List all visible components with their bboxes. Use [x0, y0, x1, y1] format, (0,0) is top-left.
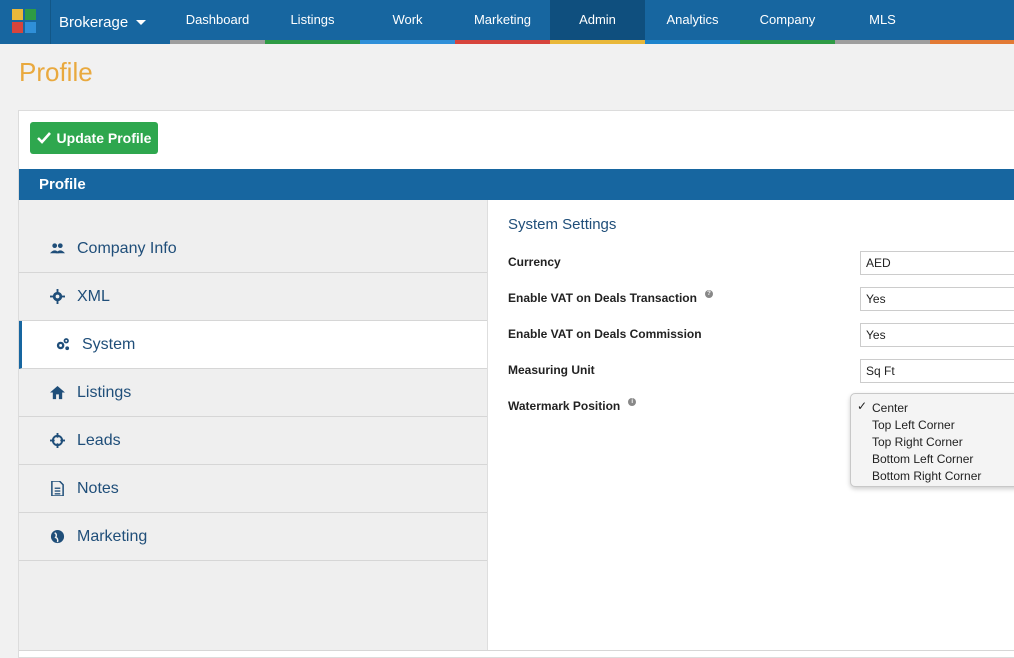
- sidebar-item-label: XML: [77, 287, 110, 305]
- brand-label: Brokerage: [59, 13, 129, 31]
- help-icon[interactable]: ?: [704, 290, 713, 298]
- document-icon: [49, 481, 65, 497]
- currency-select[interactable]: AED: [860, 251, 1014, 275]
- vat-transaction-label: Enable VAT on Deals Transaction?: [508, 290, 713, 305]
- caret-down-icon: [136, 19, 147, 25]
- nav-tab-stripe: [265, 40, 360, 44]
- watermark-option-bottom-right[interactable]: Bottom Right Corner: [851, 467, 1014, 484]
- sidebar-item-notes[interactable]: Notes: [19, 465, 487, 513]
- brand-switcher[interactable]: Brokerage: [50, 0, 170, 44]
- row-label-text: Currency: [508, 255, 561, 269]
- nav-tab-label: Company: [759, 12, 816, 27]
- sidebar-item-company-info[interactable]: Company Info: [19, 225, 487, 273]
- sidebar-item-label: System: [82, 335, 136, 353]
- sidebar-item-label: Leads: [77, 431, 121, 449]
- option-label: Bottom Right Corner: [872, 468, 982, 483]
- option-label: Top Left Corner: [872, 417, 955, 432]
- nav-tab-label: MLS: [869, 12, 896, 27]
- sidebar-item-label: Marketing: [77, 527, 148, 545]
- nav-tab-extra[interactable]: [930, 0, 1014, 44]
- nav-tab-stripe: [455, 40, 550, 44]
- nav-tab-listings[interactable]: Listings: [265, 0, 360, 44]
- sidebar-item-label: Notes: [77, 479, 119, 497]
- nav-tab-label: Listings: [290, 12, 335, 27]
- checkmark-icon: ✓: [857, 399, 868, 413]
- nav-tab-label: Dashboard: [185, 12, 250, 27]
- settings-title: System Settings: [508, 216, 617, 233]
- nav-tab-stripe: [645, 40, 740, 44]
- measuring-unit-select[interactable]: Sq Ft: [860, 359, 1014, 383]
- watermark-option-top-right[interactable]: Top Right Corner: [851, 433, 1014, 450]
- watermark-position-dropdown[interactable]: ✓ Center Top Left Corner Top Right Corner…: [850, 393, 1014, 487]
- nav-tab-label: Admin: [579, 12, 616, 27]
- nav-tab-label: Work: [392, 12, 423, 27]
- main-nav-tabs: Dashboard Listings Work Marketing Admin …: [170, 0, 1014, 44]
- sidebar-item-listings[interactable]: Listings: [19, 369, 487, 417]
- nav-tab-stripe: [835, 40, 930, 44]
- panel-bottom-border: [19, 650, 1014, 651]
- row-label-text: Measuring Unit: [508, 363, 595, 377]
- update-profile-button[interactable]: Update Profile: [30, 122, 158, 154]
- watermark-option-center[interactable]: ✓ Center: [851, 399, 1014, 416]
- measuring-unit-label: Measuring Unit: [508, 363, 595, 377]
- globe-icon: [49, 529, 65, 545]
- sidebar-item-xml[interactable]: XML: [19, 273, 487, 321]
- row-label-text: Watermark Position: [508, 399, 621, 413]
- section-header: Profile: [19, 169, 1014, 200]
- option-label: Bottom Left Corner: [872, 451, 974, 466]
- users-icon: [49, 241, 65, 257]
- nav-tab-stripe: [740, 40, 835, 44]
- page-title: Profile: [19, 57, 93, 87]
- vat-commission-select[interactable]: Yes: [860, 323, 1014, 347]
- option-label: Center: [872, 400, 909, 415]
- update-profile-label: Update Profile: [56, 130, 152, 146]
- nav-tab-analytics[interactable]: Analytics: [645, 0, 740, 44]
- nav-tab-label: Analytics: [666, 12, 719, 27]
- nav-tab-stripe: [550, 40, 645, 44]
- nav-tab-dashboard[interactable]: Dashboard: [170, 0, 265, 44]
- app-logo-icon[interactable]: [10, 7, 38, 35]
- top-navigation-bar: Brokerage Dashboard Listings Work Market…: [0, 0, 1014, 44]
- row-label-text: Enable VAT on Deals Commission: [508, 327, 702, 341]
- sidebar-item-system[interactable]: System: [19, 321, 487, 369]
- sidebar-item-label: Listings: [77, 383, 132, 401]
- watermark-option-top-left[interactable]: Top Left Corner: [851, 416, 1014, 433]
- profile-sidebar: Company Info XML System Listings Leads N…: [19, 200, 488, 650]
- row-label-text: Enable VAT on Deals Transaction: [508, 291, 697, 305]
- nav-tab-stripe: [170, 40, 265, 44]
- nav-tab-work[interactable]: Work: [360, 0, 455, 44]
- home-icon: [49, 385, 65, 401]
- vat-transaction-select[interactable]: Yes: [860, 287, 1014, 311]
- nav-tab-stripe: [930, 40, 1014, 44]
- sidebar-item-marketing[interactable]: Marketing: [19, 513, 487, 561]
- gear-icon: [49, 289, 65, 305]
- vat-commission-label: Enable VAT on Deals Commission: [508, 327, 702, 341]
- nav-tab-label: Marketing: [473, 12, 532, 27]
- checkmark-icon: [36, 132, 51, 144]
- nav-tab-marketing[interactable]: Marketing: [455, 0, 550, 44]
- nav-tab-admin[interactable]: Admin: [550, 0, 645, 44]
- info-icon[interactable]: i: [628, 398, 637, 406]
- currency-label: Currency: [508, 255, 561, 269]
- crosshair-icon: [49, 433, 65, 449]
- gears-icon: [54, 337, 70, 353]
- sidebar-item-leads[interactable]: Leads: [19, 417, 487, 465]
- nav-tab-mls[interactable]: MLS: [835, 0, 930, 44]
- sidebar-item-label: Company Info: [77, 239, 177, 257]
- watermark-position-label: Watermark Position i: [508, 398, 637, 413]
- watermark-option-bottom-left[interactable]: Bottom Left Corner: [851, 450, 1014, 467]
- option-label: Top Right Corner: [872, 434, 963, 449]
- nav-tab-company[interactable]: Company: [740, 0, 835, 44]
- nav-tab-stripe: [360, 40, 455, 44]
